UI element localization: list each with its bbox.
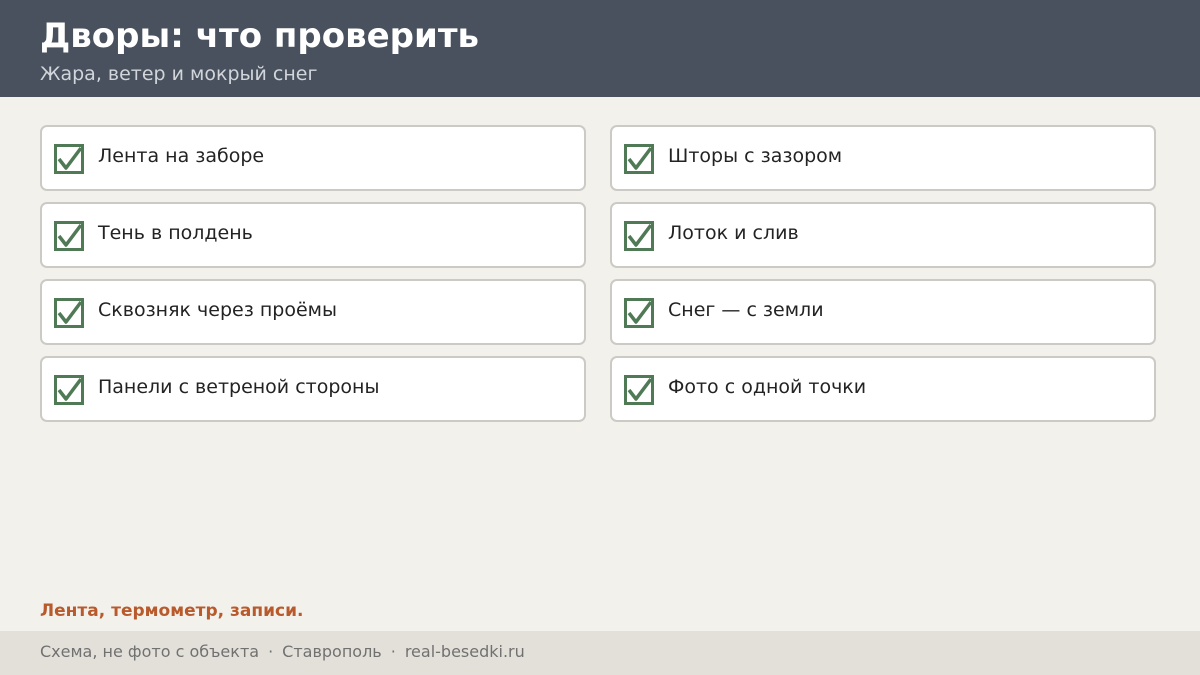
footer-separator: · <box>390 642 396 661</box>
checkbox-checked-icon[interactable] <box>54 298 84 328</box>
footer-disclaimer: Схема, не фото с объекта <box>40 642 260 661</box>
checkbox-checked-icon[interactable] <box>54 221 84 251</box>
checkbox-checked-icon[interactable] <box>54 144 84 174</box>
checkbox-checked-icon[interactable] <box>624 221 654 251</box>
checklist-item-label: Фото с одной точки <box>668 376 867 398</box>
page-title: Дворы: что проверить <box>40 16 480 56</box>
checkbox-checked-icon[interactable] <box>624 298 654 328</box>
footer-site-link[interactable]: real-besedki.ru <box>405 642 525 661</box>
checklist-item-label: Сквозняк через проёмы <box>98 299 337 321</box>
checkbox-checked-icon[interactable] <box>624 144 654 174</box>
checkbox-checked-icon[interactable] <box>54 375 84 405</box>
checkbox-checked-icon[interactable] <box>624 375 654 405</box>
checklist-item[interactable]: Лоток и слив <box>610 202 1156 268</box>
footer-city: Ставрополь <box>282 642 382 661</box>
summary-note: Лента, термометр, записи. <box>40 601 304 621</box>
checklist-item[interactable]: Тень в полдень <box>40 202 586 268</box>
checklist-item[interactable]: Шторы с зазором <box>610 125 1156 191</box>
footer-line: Схема, не фото с объекта · Ставрополь · real… <box>40 641 525 663</box>
checklist-item[interactable]: Фото с одной точки <box>610 356 1156 422</box>
checklist-item-label: Панели с ветреной стороны <box>98 376 380 398</box>
page-subtitle: Жара, ветер и мокрый снег <box>40 63 318 85</box>
checklist-item-label: Лента на заборе <box>98 145 265 167</box>
footer: Схема, не фото с объекта · Ставрополь · real… <box>0 631 1200 675</box>
checklist-item[interactable]: Сквозняк через проёмы <box>40 279 586 345</box>
checklist-grid: Лента на заборе Шторы с зазором Тень в п… <box>40 125 1156 422</box>
header: Дворы: что проверить Жара, ветер и мокры… <box>0 0 1200 97</box>
footer-separator: · <box>268 642 274 661</box>
checklist-item[interactable]: Панели с ветреной стороны <box>40 356 586 422</box>
checklist-item-label: Тень в полдень <box>98 222 253 244</box>
checklist-item-label: Шторы с зазором <box>668 145 843 167</box>
checklist-item-label: Лоток и слив <box>668 222 799 244</box>
page: Дворы: что проверить Жара, ветер и мокры… <box>0 0 1200 675</box>
checklist-item-label: Снег — с земли <box>668 299 824 321</box>
checklist-item[interactable]: Снег — с земли <box>610 279 1156 345</box>
checklist-item[interactable]: Лента на заборе <box>40 125 586 191</box>
